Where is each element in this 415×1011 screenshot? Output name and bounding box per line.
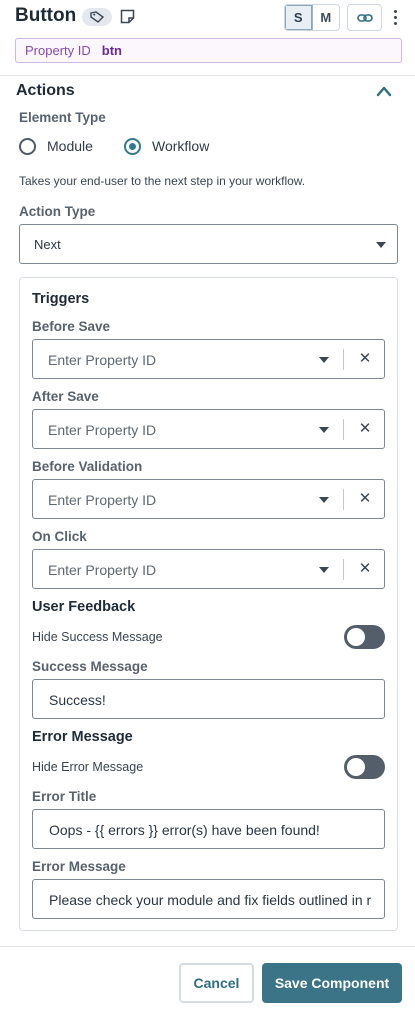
error-title-label: Error Title: [32, 789, 97, 804]
success-message-value: Success!: [49, 692, 106, 708]
before-validation-label: Before Validation: [32, 459, 143, 474]
combo-separator: [343, 559, 344, 580]
clear-icon[interactable]: ✕: [355, 489, 375, 509]
component-title: Button: [15, 5, 77, 26]
size-toggle-group: S M: [284, 4, 340, 31]
clear-icon[interactable]: ✕: [355, 559, 375, 579]
chevron-up-icon[interactable]: [376, 85, 392, 97]
save-component-button[interactable]: Save Component: [262, 963, 402, 1003]
chevron-down-icon[interactable]: [319, 357, 329, 363]
hide-error-toggle[interactable]: [344, 755, 385, 779]
combo-separator: [343, 349, 344, 370]
note-icon[interactable]: [118, 7, 136, 25]
hide-error-label: Hide Error Message: [32, 760, 144, 774]
element-type-label: Element Type: [19, 110, 106, 125]
hide-success-label: Hide Success Message: [32, 630, 163, 644]
success-message-input[interactable]: Success!: [32, 679, 385, 719]
property-id-field[interactable]: Property ID btn: [15, 38, 402, 63]
error-title-input[interactable]: Oops - {{ errors }} error(s) have been f…: [32, 809, 385, 849]
link-icon[interactable]: [347, 4, 382, 31]
triggers-title: Triggers: [32, 291, 90, 307]
before-save-placeholder: Enter Property ID: [48, 352, 157, 368]
radio-module-label: Module: [47, 138, 93, 154]
actions-section-title: Actions: [16, 82, 75, 99]
property-id-value: btn: [101, 43, 122, 58]
chevron-down-icon[interactable]: [319, 567, 329, 573]
panel-header: Button S M: [0, 0, 415, 34]
error-message-label: Error Message: [32, 859, 126, 874]
radio-workflow[interactable]: [124, 138, 141, 155]
error-message-value: Please check your module and fix fields …: [49, 892, 372, 908]
size-s-button[interactable]: S: [285, 5, 313, 30]
property-id-label: Property ID: [25, 43, 91, 58]
size-m-button[interactable]: M: [312, 5, 339, 30]
on-click-placeholder: Enter Property ID: [48, 562, 157, 578]
combo-separator: [343, 419, 344, 440]
before-save-select[interactable]: Enter Property ID ✕: [32, 339, 385, 379]
element-type-help-text: Takes your end-user to the next step in …: [19, 174, 306, 188]
cancel-button[interactable]: Cancel: [179, 963, 254, 1003]
user-feedback-title: User Feedback: [32, 599, 136, 615]
chevron-down-icon: [376, 242, 386, 248]
error-message-input[interactable]: Please check your module and fix fields …: [32, 879, 385, 919]
header-divider: [0, 75, 415, 76]
footer-divider: [0, 946, 415, 947]
chevron-down-icon[interactable]: [319, 497, 329, 503]
after-save-placeholder: Enter Property ID: [48, 422, 157, 438]
action-type-value: Next: [34, 237, 61, 252]
on-click-label: On Click: [32, 529, 87, 544]
before-validation-placeholder: Enter Property ID: [48, 492, 157, 508]
hide-success-toggle[interactable]: [344, 625, 385, 649]
radio-module[interactable]: [19, 138, 36, 155]
chevron-down-icon[interactable]: [319, 427, 329, 433]
action-type-label: Action Type: [19, 204, 96, 219]
before-validation-select[interactable]: Enter Property ID ✕: [32, 479, 385, 519]
clear-icon[interactable]: ✕: [355, 419, 375, 439]
tag-icon[interactable]: [82, 8, 112, 26]
clear-icon[interactable]: ✕: [355, 349, 375, 369]
after-save-select[interactable]: Enter Property ID ✕: [32, 409, 385, 449]
before-save-label: Before Save: [32, 319, 111, 334]
more-vertical-icon[interactable]: [388, 6, 402, 28]
radio-workflow-label: Workflow: [152, 138, 210, 154]
action-type-select[interactable]: Next: [19, 224, 398, 264]
success-message-label: Success Message: [32, 659, 148, 674]
error-message-title: Error Message: [32, 729, 133, 745]
error-title-value: Oops - {{ errors }} error(s) have been f…: [49, 822, 320, 838]
on-click-select[interactable]: Enter Property ID ✕: [32, 549, 385, 589]
after-save-label: After Save: [32, 389, 99, 404]
combo-separator: [343, 489, 344, 510]
